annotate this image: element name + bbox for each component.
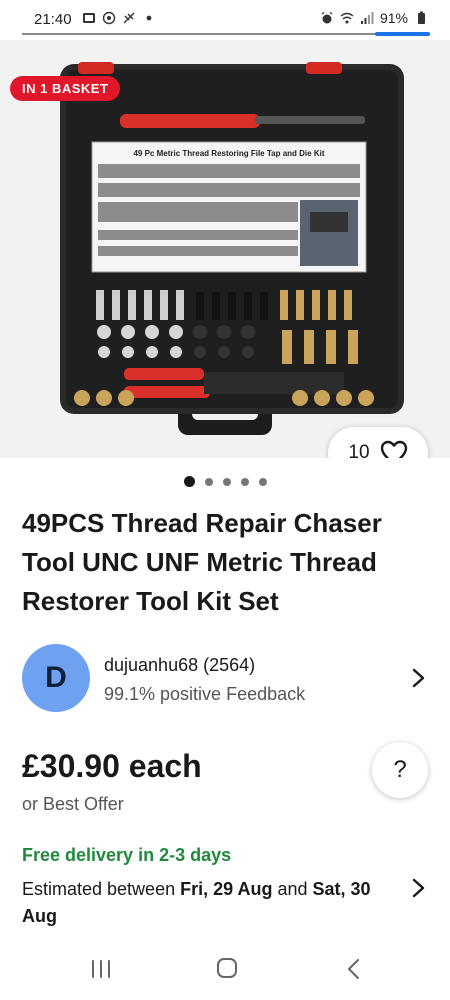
- system-navigation-bar: [0, 940, 450, 1000]
- back-icon[interactable]: [345, 957, 361, 981]
- item-price: £30.90 each: [22, 748, 202, 784]
- seller-info-row[interactable]: D dujuanhu68 (2564) 99.1% positive Feedb…: [22, 644, 430, 712]
- watch-count: 10: [348, 442, 370, 458]
- status-bar: 21:40 91%: [0, 0, 450, 40]
- carousel-dot[interactable]: [222, 477, 231, 486]
- in-basket-badge: IN 1 BASKET: [10, 76, 121, 101]
- kit-label-text: 49 Pc Metric Thread Restoring File Tap a…: [133, 149, 324, 158]
- status-system-icons: 91%: [320, 10, 428, 26]
- more-dot-icon: [146, 15, 152, 21]
- help-button[interactable]: ?: [372, 742, 428, 798]
- delivery-headline: Free delivery in 2-3 days: [22, 845, 232, 865]
- seller-feedback: 99.1% positive Feedback: [104, 684, 306, 704]
- page-load-progress: [375, 32, 430, 36]
- home-icon[interactable]: [215, 956, 239, 980]
- page-load-track: [22, 33, 430, 35]
- signal-off-icon: [123, 12, 135, 24]
- carousel-indicator: [0, 476, 450, 487]
- delivery-chevron-right-icon[interactable]: [408, 876, 428, 900]
- status-time: 21:40: [34, 11, 72, 28]
- delivery-estimate[interactable]: Estimated between Fri, 29 Aug and Sat, 3…: [22, 876, 402, 930]
- estimate-join: and: [272, 879, 313, 899]
- carousel-dot[interactable]: [240, 477, 249, 486]
- seller-avatar: D: [22, 644, 90, 712]
- carousel-dot[interactable]: [183, 476, 195, 487]
- seller-name: dujuanhu68 (2564): [104, 655, 256, 675]
- signal-icon: [360, 12, 374, 24]
- hotspot-icon: [102, 11, 116, 25]
- chevron-right-icon: [412, 668, 425, 688]
- gallery-notification-icon: [83, 13, 95, 23]
- watch-button[interactable]: 10: [328, 427, 428, 458]
- product-image: 49 Pc Metric Thread Restoring File Tap a…: [0, 40, 450, 458]
- recent-apps-icon[interactable]: [90, 958, 112, 980]
- status-notification-icons: [82, 11, 156, 25]
- heart-icon: [380, 440, 407, 458]
- battery-percent: 91%: [379, 10, 408, 26]
- carousel-dot[interactable]: [258, 477, 267, 486]
- best-offer-text: or Best Offer: [22, 794, 124, 814]
- wifi-icon: [340, 12, 354, 24]
- listing-title: 49PCS Thread Repair Chaser Tool UNC UNF …: [22, 508, 382, 616]
- carousel-dot[interactable]: [204, 477, 213, 486]
- product-image-carousel[interactable]: 49 Pc Metric Thread Restoring File Tap a…: [0, 40, 450, 458]
- alarm-icon: [321, 11, 333, 24]
- battery-icon: [418, 11, 425, 24]
- estimate-prefix: Estimated between: [22, 879, 181, 899]
- estimate-date-from: Fri, 29 Aug: [180, 879, 273, 899]
